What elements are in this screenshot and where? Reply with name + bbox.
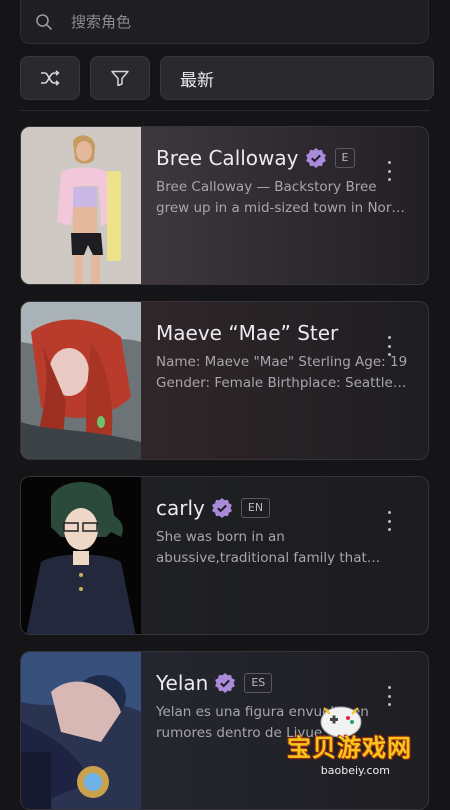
search-bar[interactable] [20,0,429,44]
card-title-row: Yelan ES [156,668,388,698]
character-description: Bree Calloway — Backstory Bree grew up i… [156,179,405,216]
blue-haired-anime-character [21,652,141,809]
character-avatar [21,127,141,284]
sort-dropdown[interactable]: 最新 [160,56,434,100]
shuffle-button[interactable] [20,56,80,100]
character-name: Yelan [156,671,209,695]
search-icon [36,13,52,30]
character-name: carly [156,496,205,520]
filter-button[interactable] [90,56,150,100]
blonde-woman-photo [21,127,141,284]
language-badge: E [334,148,356,168]
card-title-row: Bree Calloway E [156,143,388,173]
character-card[interactable]: Maeve “Mae” Ster Name: Maeve "Mae" Sterl… [20,301,429,460]
search-input[interactable] [69,11,373,32]
character-card[interactable]: carly EN She was born in an abussive,tra… [20,476,429,635]
card-title-row: carly EN [156,493,388,523]
more-options-button[interactable] [384,161,394,181]
shuffle-icon [41,70,60,86]
filter-icon [111,70,129,86]
divider [20,110,430,111]
card-title-row: Maeve “Mae” Ster [156,318,388,348]
more-options-button[interactable] [384,336,394,356]
watermark-url: baobeiy.com [320,764,390,777]
character-card[interactable]: Bree Calloway E Bree Calloway — Backstor… [20,126,429,285]
language-badge: EN [240,498,271,518]
character-avatar [21,477,141,634]
more-options-button[interactable] [384,511,394,531]
character-avatar [21,652,141,809]
character-description: Name: Maeve "Mae" Sterling Age: 19 Gende… [156,354,408,391]
watermark-title: 宝贝游戏网 [287,734,412,762]
green-haired-anime-girl-glasses [21,477,141,634]
verified-badge-icon [305,148,326,168]
sort-label: 最新 [180,70,214,91]
character-avatar [21,302,141,459]
verified-badge-icon [215,673,236,693]
site-watermark: 宝贝游戏网 baobeiy.com [268,700,418,780]
red-haired-anime-girl [21,302,141,459]
toolbar: 最新 [20,56,434,100]
verified-badge-icon [211,498,232,518]
language-badge: ES [244,673,273,693]
character-description: She was born in an abussive,traditional … [156,529,381,566]
character-name: Maeve “Mae” Ster [156,321,339,345]
character-name: Bree Calloway [156,146,299,170]
